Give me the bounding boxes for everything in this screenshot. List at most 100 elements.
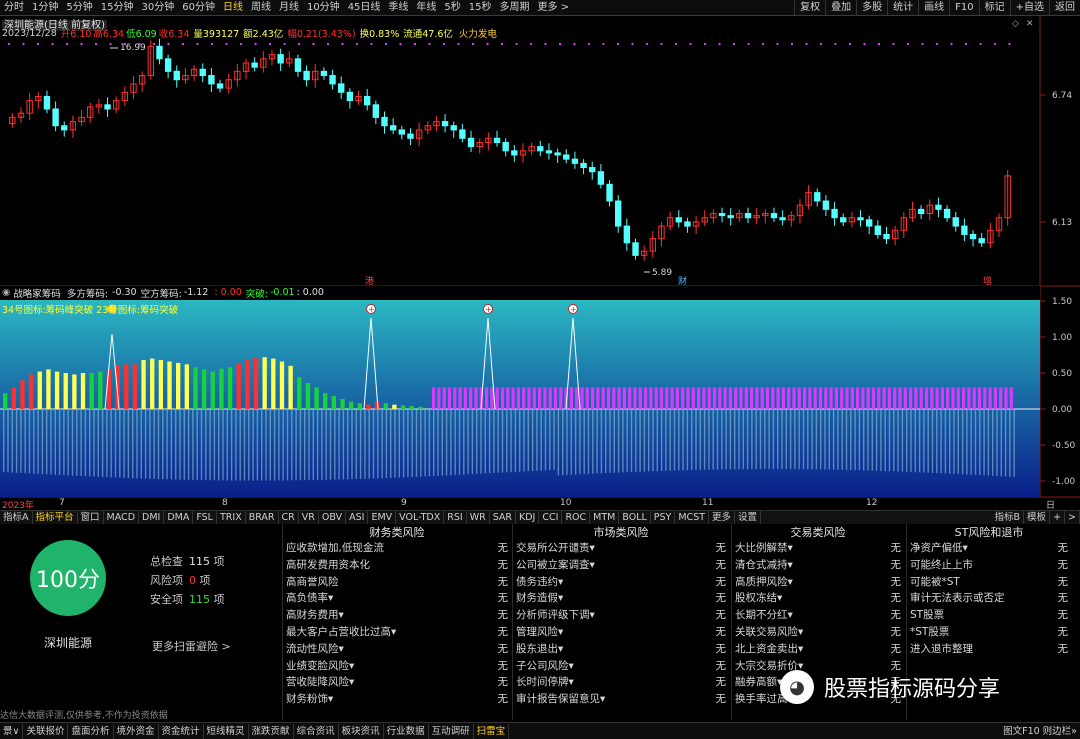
risk-item[interactable]: 高财务费用▾ 无: [286, 607, 508, 624]
indicator-tab-right[interactable]: 指标B: [992, 511, 1025, 524]
more-scan-link[interactable]: 更多扫雷避险 >: [152, 638, 231, 654]
indicator-tab-right[interactable]: +: [1050, 511, 1066, 524]
indicator-negative-bar: [858, 410, 861, 471]
marker-dot: [646, 43, 648, 45]
risk-item[interactable]: 公司被立案调查▾ 无: [516, 557, 726, 574]
indicator-menu-icon[interactable]: ◉: [2, 287, 10, 298]
kline-chart[interactable]: 6.74 6.13 ◇ ✕ 16.99 5.89 港 财 增 + + + 1.501…: [0, 0, 1080, 510]
risk-item[interactable]: 北上资金卖出▾ 无: [735, 641, 901, 658]
divider: [731, 524, 732, 720]
indicator-tab[interactable]: CR: [279, 511, 299, 524]
indicator-tab[interactable]: SAR: [490, 511, 517, 524]
bottom-tab[interactable]: 境外资金: [114, 723, 159, 739]
risk-item[interactable]: 最大客户占营收比过高▾ 无: [286, 624, 508, 641]
indicator-bar: [158, 360, 164, 409]
bottom-tab[interactable]: 扫雷宝: [474, 723, 510, 739]
indicator-tab[interactable]: WR: [467, 511, 490, 524]
indicator-tab[interactable]: 设置: [735, 511, 762, 524]
indicator-negative-bar: [996, 410, 998, 477]
risk-item[interactable]: 高负债率▾ 无: [286, 590, 508, 607]
window-close-icon[interactable]: ✕: [1026, 19, 1034, 29]
risk-item[interactable]: 股东退出▾ 无: [516, 641, 726, 658]
risk-item[interactable]: 高商誉风险 无: [286, 574, 508, 591]
indicator-negative-bar: [407, 410, 409, 478]
indicator-negative-bar: [364, 410, 366, 479]
risk-item[interactable]: 业绩变脸风险▾ 无: [286, 658, 508, 675]
risk-item[interactable]: 关联交易风险▾ 无: [735, 624, 901, 641]
bottom-tab[interactable]: 板块资讯: [339, 723, 384, 739]
indicator-tab[interactable]: VOL-TDX: [396, 511, 445, 524]
bottom-tab[interactable]: 短线精灵: [204, 723, 249, 739]
risk-item[interactable]: 股权冻结▾ 无: [735, 590, 901, 607]
indicator-tab[interactable]: OBV: [319, 511, 347, 524]
indicator-tab-right[interactable]: 模板: [1024, 511, 1051, 524]
indicator-tab[interactable]: MTM: [590, 511, 620, 524]
bottom-tab[interactable]: 互动调研: [429, 723, 474, 739]
sidebar-toggle[interactable]: 图文F10 则边栏»: [1000, 724, 1080, 739]
indicator-tab[interactable]: TRIX: [217, 511, 246, 524]
risk-item[interactable]: 长期不分红▾ 无: [735, 607, 901, 624]
risk-item[interactable]: 大比例解禁▾ 无: [735, 540, 901, 557]
risk-item[interactable]: 净资产偏低▾ 无: [910, 540, 1068, 557]
risk-item[interactable]: 高质押风险▾ 无: [735, 574, 901, 591]
risk-item[interactable]: 管理风险▾ 无: [516, 624, 726, 641]
bottom-tab[interactable]: 资金统计: [159, 723, 204, 739]
indicator-name[interactable]: 战略家筹码: [13, 286, 61, 300]
indicator-bar-magenta: [511, 387, 515, 409]
indicator-tab[interactable]: BRAR: [246, 511, 279, 524]
indicator-tab[interactable]: FSL: [193, 511, 217, 524]
risk-item[interactable]: 可能终止上市 无: [910, 557, 1068, 574]
indicator-tab[interactable]: ASI: [346, 511, 369, 524]
bottom-tab[interactable]: 综合资讯: [294, 723, 339, 739]
risk-item[interactable]: 财务造假▾ 无: [516, 590, 726, 607]
risk-item[interactable]: 交易所公开谴责▾ 无: [516, 540, 726, 557]
indicator-tab[interactable]: DMA: [164, 511, 194, 524]
indicator-negative-bar: [523, 410, 525, 472]
indicator-tab[interactable]: 指标A: [0, 511, 33, 524]
indicator-tab[interactable]: DMI: [139, 511, 165, 524]
risk-item[interactable]: ST股票 无: [910, 607, 1068, 624]
bottom-tab[interactable]: 涨跌贡献: [249, 723, 294, 739]
bottom-tab[interactable]: 景∨: [0, 723, 24, 739]
indicator-negative-bar: [1000, 410, 1002, 477]
indicator-negative-bar: [140, 410, 142, 479]
indicator-tab[interactable]: CCI: [539, 511, 563, 524]
risk-item[interactable]: 审计报告保留意见▾ 无: [516, 691, 726, 708]
risk-item[interactable]: 可能被*ST 无: [910, 574, 1068, 591]
risk-item[interactable]: 长时间停牌▾ 无: [516, 674, 726, 691]
risk-item-value: 无: [715, 659, 727, 672]
indicator-tab[interactable]: ROC: [562, 511, 591, 524]
indicator-tab[interactable]: EMV: [368, 511, 397, 524]
risk-item[interactable]: *ST股票 无: [910, 624, 1068, 641]
indicator-tab[interactable]: 指标平台: [33, 511, 78, 524]
indicator-negative-bar: [914, 410, 916, 473]
bottom-tab[interactable]: 关联报价: [23, 723, 69, 739]
risk-item[interactable]: 财务粉饰▾ 无: [286, 691, 508, 708]
bottom-tab[interactable]: 行业数据: [384, 723, 429, 739]
risk-item[interactable]: 应收款增加,低现金流 无: [286, 540, 508, 557]
indicator-tab[interactable]: MCST: [675, 511, 710, 524]
indicator-negative-bar: [729, 410, 732, 470]
window-restore-icon[interactable]: ◇: [1012, 19, 1019, 29]
indicator-tab[interactable]: BOLL: [619, 511, 651, 524]
risk-item[interactable]: 流动性风险▾ 无: [286, 641, 508, 658]
indicator-bar-magenta: [972, 387, 976, 409]
indicator-tab-right[interactable]: >: [1065, 511, 1080, 524]
risk-item-value: 无: [890, 558, 902, 571]
risk-item[interactable]: 营收陡降风险▾ 无: [286, 674, 508, 691]
indicator-tab[interactable]: 更多: [709, 511, 736, 524]
indicator-tab[interactable]: KDJ: [516, 511, 540, 524]
risk-item[interactable]: 债务违约▾ 无: [516, 574, 726, 591]
risk-item[interactable]: 进入退市整理 无: [910, 641, 1068, 658]
indicator-tab[interactable]: RSI: [444, 511, 467, 524]
indicator-tab[interactable]: VR: [299, 511, 319, 524]
risk-item[interactable]: 审计无法表示或否定 无: [910, 590, 1068, 607]
risk-item[interactable]: 分析师评级下调▾ 无: [516, 607, 726, 624]
indicator-tab[interactable]: PSY: [651, 511, 676, 524]
risk-item[interactable]: 高研发费用资本化 无: [286, 557, 508, 574]
bottom-tab[interactable]: 盘面分析: [68, 723, 114, 739]
risk-item[interactable]: 清仓式减持▾ 无: [735, 557, 901, 574]
risk-item[interactable]: 子公司风险▾ 无: [516, 658, 726, 675]
indicator-tab[interactable]: MACD: [104, 511, 140, 524]
indicator-tab[interactable]: 窗口: [78, 511, 104, 524]
